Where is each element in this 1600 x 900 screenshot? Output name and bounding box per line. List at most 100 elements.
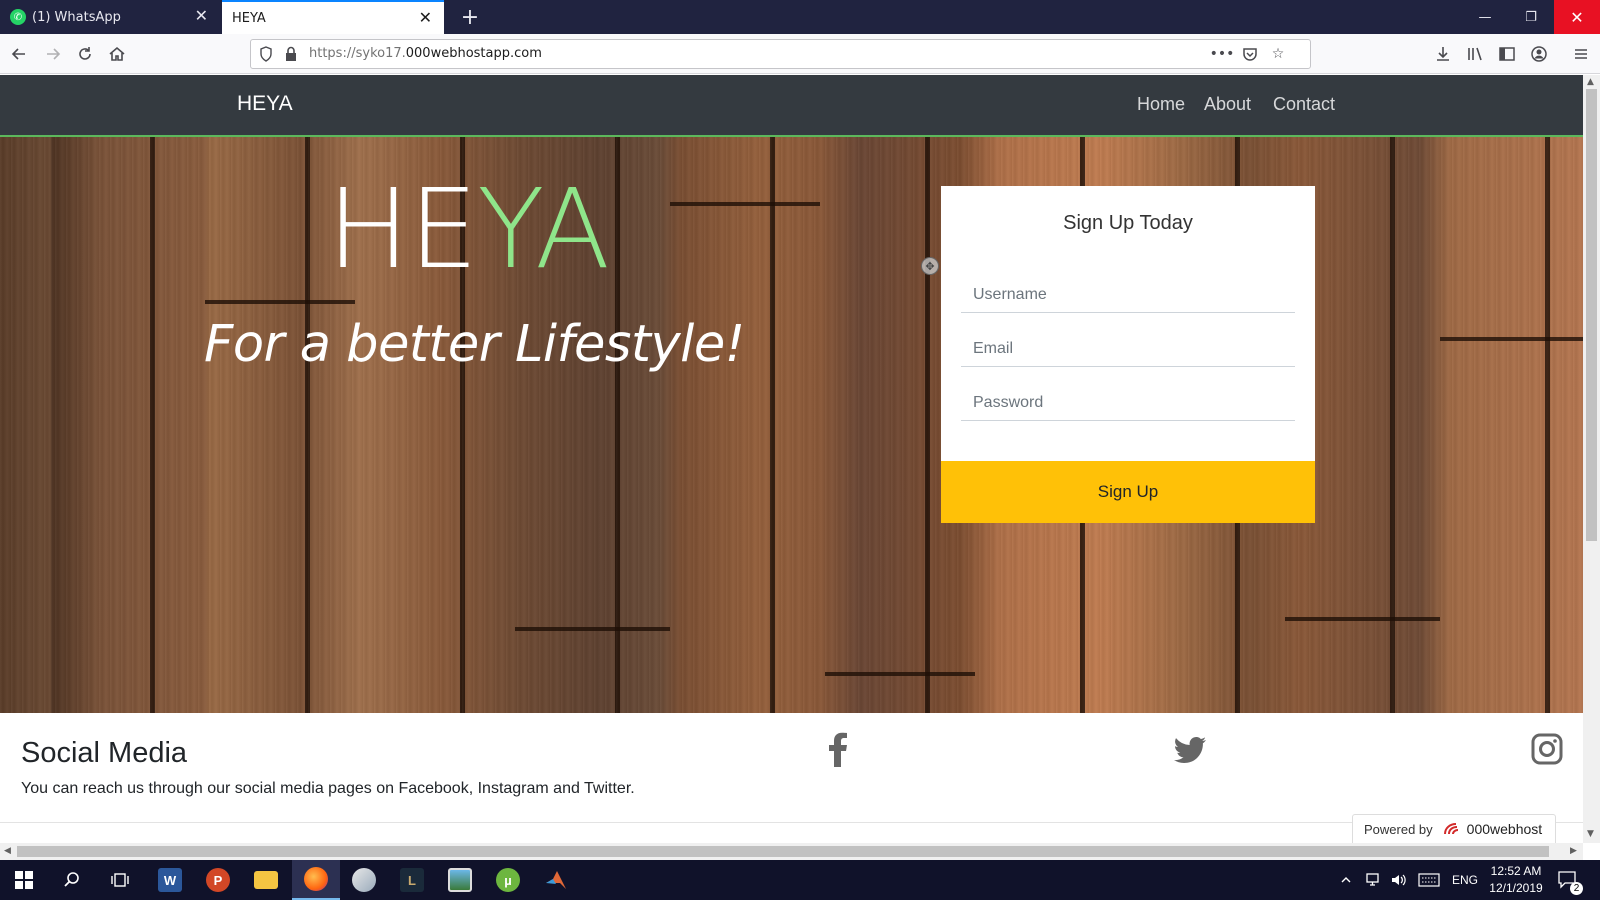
word-icon: W <box>158 868 182 892</box>
network-icon[interactable] <box>1365 860 1383 900</box>
nav-contact-link[interactable]: Contact <box>1273 94 1335 115</box>
whatsapp-icon: ✆ <box>10 9 26 25</box>
taskbar-matlab[interactable] <box>532 860 580 900</box>
signup-card: Sign Up Today Sign Up <box>941 186 1315 523</box>
tab-whatsapp[interactable]: ✆ (1) WhatsApp ✕ <box>0 0 220 34</box>
powered-by-label: Powered by <box>1364 821 1433 837</box>
username-field[interactable] <box>961 277 1295 313</box>
signup-button[interactable]: Sign Up <box>941 461 1315 523</box>
tracking-shield-icon[interactable] <box>259 46 273 62</box>
drag-handle-icon[interactable]: ✥ <box>921 257 939 275</box>
powered-by-badge[interactable]: Powered by 000webhost <box>1352 814 1556 844</box>
taskbar-file-explorer[interactable] <box>242 860 290 900</box>
library-icon <box>1468 47 1482 61</box>
vertical-scrollbar[interactable]: ▲ ▼ <box>1583 75 1600 843</box>
scroll-up-icon[interactable]: ▲ <box>1587 77 1594 87</box>
reload-icon <box>79 47 91 60</box>
close-window-button[interactable]: ✕ <box>1554 0 1600 34</box>
taskbar-firefox[interactable] <box>292 860 340 900</box>
site-brand[interactable]: HEYA <box>237 92 293 116</box>
plank-seam <box>1440 337 1583 341</box>
keyboard-icon[interactable] <box>1418 860 1440 900</box>
menu-button[interactable] <box>1568 41 1594 67</box>
hero-title: HEYA <box>327 174 610 284</box>
restore-button[interactable]: ❐ <box>1508 0 1554 34</box>
photos-icon <box>448 868 472 892</box>
library-button[interactable] <box>1462 41 1488 67</box>
hero-subtitle: For a better Lifestyle! <box>204 315 745 374</box>
clock-date: 12/1/2019 <box>1489 881 1543 895</box>
start-button[interactable] <box>0 860 48 900</box>
hamburger-menu-icon <box>1575 49 1587 59</box>
plank-seam <box>1285 617 1440 621</box>
hero-title-white: HE <box>327 165 478 293</box>
clock[interactable]: 12:52 AM 12/1/2019 <box>1486 863 1546 897</box>
firefox-icon <box>304 867 328 891</box>
language-indicator[interactable]: ENG <box>1452 860 1478 900</box>
close-tab-icon[interactable]: ✕ <box>419 10 432 26</box>
windows-start-icon <box>15 871 33 889</box>
taskbar-photos[interactable] <box>436 860 484 900</box>
scroll-down-icon[interactable]: ▼ <box>1587 829 1594 839</box>
tab-label: HEYA <box>232 10 266 26</box>
taskbar-powerpoint[interactable]: P <box>194 860 242 900</box>
home-button[interactable] <box>104 41 130 67</box>
wood-texture <box>0 137 1583 713</box>
clock-time: 12:52 AM <box>1490 864 1542 878</box>
file-explorer-icon <box>254 871 278 889</box>
plank-seam <box>515 627 670 631</box>
email-field[interactable] <box>961 331 1295 367</box>
search-icon <box>64 872 79 887</box>
nav-about-link[interactable]: About <box>1204 94 1251 115</box>
lock-icon[interactable] <box>285 46 297 62</box>
download-icon <box>1437 47 1449 61</box>
powerpoint-icon: P <box>206 868 230 892</box>
scroll-left-icon[interactable]: ◀ <box>4 846 11 856</box>
home-icon <box>109 46 125 61</box>
horizontal-scrollbar[interactable]: ◀ ▶ <box>0 843 1583 860</box>
new-tab-button[interactable]: + <box>456 3 484 31</box>
close-tab-icon[interactable]: ✕ <box>195 8 208 24</box>
address-bar[interactable]: https://syko17.000webhostapp.com ••• ☆ <box>250 39 1311 69</box>
taskbar-search-button[interactable] <box>48 860 96 900</box>
page-actions-icon[interactable]: ••• <box>1210 44 1235 64</box>
bookmark-star-icon[interactable]: ☆ <box>1267 44 1289 64</box>
show-hidden-icons[interactable] <box>1340 860 1352 900</box>
minimize-button[interactable]: — <box>1462 0 1508 34</box>
twitter-icon[interactable] <box>1173 731 1207 767</box>
taskbar-utorrent[interactable]: µ <box>484 860 532 900</box>
facebook-icon[interactable] <box>822 731 856 767</box>
powered-by-brand: 000webhost <box>1466 821 1543 837</box>
chevron-up-icon <box>1341 877 1351 883</box>
task-view-icon <box>111 873 129 887</box>
vertical-scroll-thumb[interactable] <box>1586 89 1597 541</box>
taskbar-word[interactable]: W <box>146 860 194 900</box>
volume-icon[interactable] <box>1390 860 1408 900</box>
paint-icon <box>352 868 376 892</box>
nav-home-link[interactable]: Home <box>1137 94 1185 115</box>
task-view-button[interactable] <box>96 860 144 900</box>
taskbar-paint[interactable] <box>340 860 388 900</box>
sidebar-button[interactable] <box>1494 41 1520 67</box>
league-icon: L <box>400 868 424 892</box>
account-icon <box>1531 46 1547 62</box>
tab-heya[interactable]: HEYA ✕ <box>222 0 444 34</box>
password-field[interactable] <box>961 385 1295 421</box>
000webhost-logo-icon <box>1443 823 1458 835</box>
account-button[interactable] <box>1526 41 1552 67</box>
notification-count-badge: 2 <box>1570 882 1583 895</box>
horizontal-scroll-thumb[interactable] <box>17 846 1549 857</box>
social-media-section: Social Media You can reach us through ou… <box>0 713 1583 823</box>
url-text[interactable]: https://syko17.000webhostapp.com <box>309 46 542 61</box>
pocket-icon[interactable] <box>1239 44 1261 64</box>
taskbar-league[interactable]: L <box>388 860 436 900</box>
browser-toolbar: https://syko17.000webhostapp.com ••• ☆ <box>0 34 1600 74</box>
action-center-button[interactable]: 2 <box>1557 860 1583 900</box>
signup-title: Sign Up Today <box>1063 212 1193 234</box>
reload-button[interactable] <box>72 41 98 67</box>
scroll-right-icon[interactable]: ▶ <box>1570 846 1577 856</box>
instagram-icon[interactable] <box>1530 731 1564 767</box>
back-button[interactable] <box>6 41 32 67</box>
forward-button[interactable] <box>40 41 66 67</box>
downloads-button[interactable] <box>1430 41 1456 67</box>
